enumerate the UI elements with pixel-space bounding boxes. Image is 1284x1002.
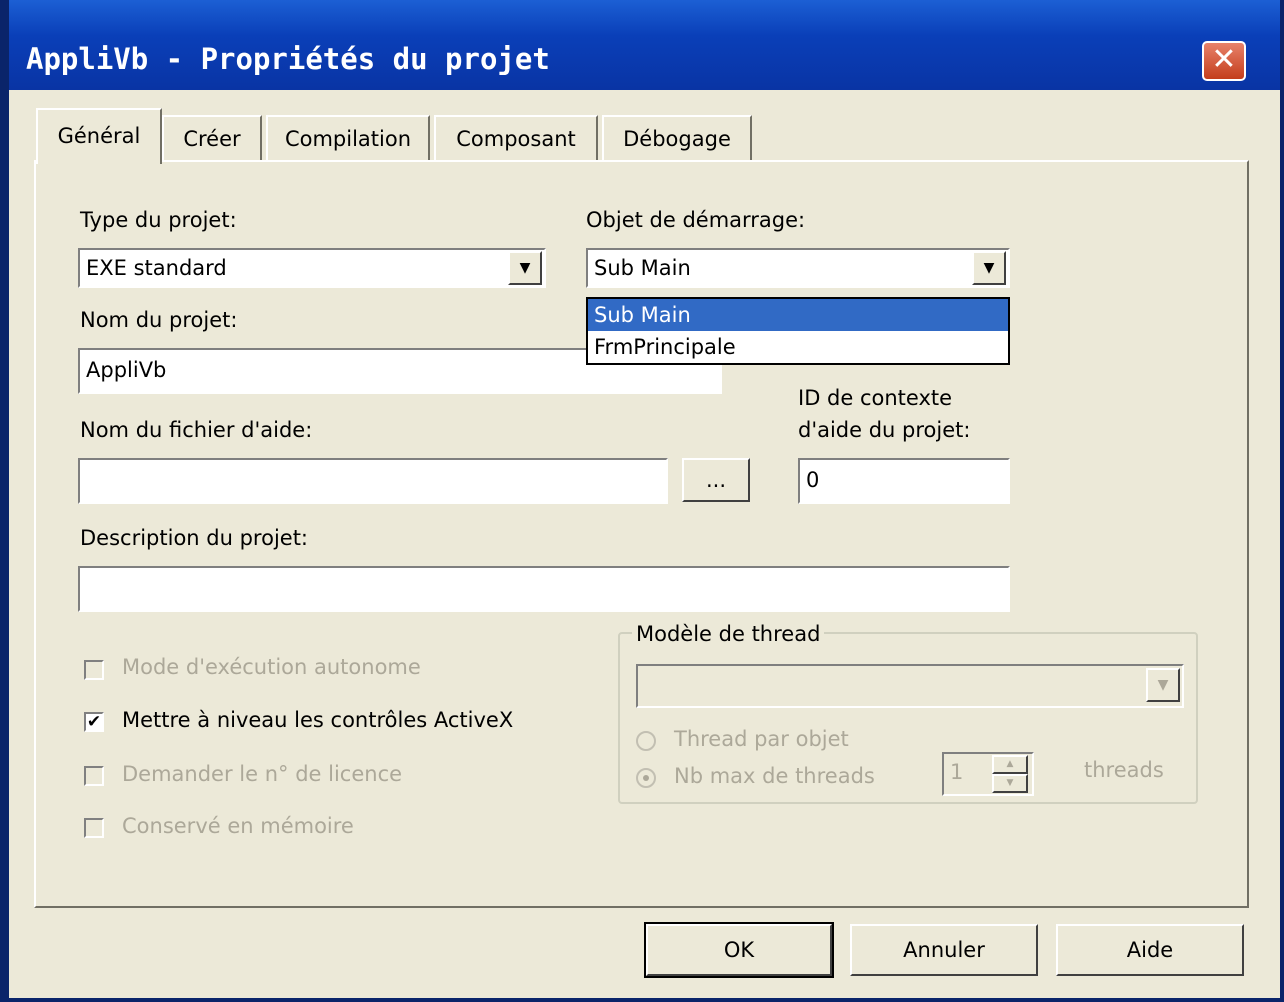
title-bar[interactable]: AppliVb - Propriétés du projet ✕ bbox=[0, 0, 1284, 90]
window-border-bottom bbox=[0, 998, 1284, 1002]
description-label: Description du projet: bbox=[80, 526, 309, 550]
window-border-right bbox=[1280, 0, 1284, 1002]
project-type-select[interactable]: EXE standard bbox=[78, 248, 546, 288]
spin-up-icon[interactable]: ▲ bbox=[992, 755, 1028, 774]
startup-object-label: Objet de démarrage: bbox=[586, 208, 806, 232]
thread-per-object-label: Thread par objet bbox=[674, 727, 849, 751]
startup-object-dropdown-list: Sub Main FrmPrincipale bbox=[586, 297, 1010, 365]
project-name-label: Nom du projet: bbox=[80, 308, 238, 332]
tab-compilation[interactable]: Compilation bbox=[266, 115, 430, 161]
tab-component[interactable]: Composant bbox=[434, 115, 598, 161]
chevron-down-icon[interactable]: ▼ bbox=[508, 251, 542, 285]
radio-selected-dot bbox=[643, 775, 649, 781]
tab-create[interactable]: Créer bbox=[162, 115, 262, 161]
thread-per-object-radio[interactable] bbox=[636, 731, 656, 751]
window-title: AppliVb - Propriétés du projet bbox=[26, 42, 550, 76]
startup-object-select[interactable]: Sub Main bbox=[586, 248, 1010, 288]
dropdown-option-frmprincipale[interactable]: FrmPrincipale bbox=[588, 331, 1008, 363]
threading-model-select[interactable] bbox=[636, 664, 1184, 708]
project-properties-dialog: AppliVb - Propriétés du projet ✕ Général… bbox=[0, 0, 1284, 1002]
cancel-button[interactable]: Annuler bbox=[850, 924, 1038, 976]
thread-pool-radio[interactable] bbox=[636, 768, 656, 788]
threads-unit-label: threads bbox=[1084, 758, 1164, 782]
help-file-label: Nom du fichier d'aide: bbox=[80, 418, 313, 442]
tab-general[interactable]: Général bbox=[36, 108, 162, 164]
dropdown-option-sub-main[interactable]: Sub Main bbox=[588, 299, 1008, 331]
description-field[interactable] bbox=[78, 566, 1010, 612]
thread-pool-label: Nb max de threads bbox=[674, 764, 875, 788]
chevron-down-icon[interactable]: ▼ bbox=[972, 251, 1006, 285]
close-icon[interactable]: ✕ bbox=[1202, 41, 1246, 81]
upgrade-activex-checkbox[interactable]: ✔ bbox=[84, 712, 104, 732]
browse-help-file-button[interactable]: ... bbox=[682, 458, 750, 502]
spin-down-icon[interactable]: ▼ bbox=[992, 774, 1028, 793]
help-context-label-line2: d'aide du projet: bbox=[798, 418, 971, 442]
chevron-down-icon[interactable]: ▼ bbox=[1146, 668, 1180, 702]
help-context-id-field[interactable]: 0 bbox=[798, 458, 1010, 504]
window-border-left bbox=[0, 0, 9, 1002]
help-button[interactable]: Aide bbox=[1056, 924, 1244, 976]
help-context-label-line1: ID de contexte bbox=[798, 386, 953, 410]
threading-model-legend: Modèle de thread bbox=[632, 622, 825, 646]
ok-button[interactable]: OK bbox=[644, 922, 834, 978]
upgrade-activex-label: Mettre à niveau les contrôles ActiveX bbox=[122, 708, 514, 732]
unattended-checkbox[interactable] bbox=[84, 660, 104, 680]
project-type-label: Type du projet: bbox=[80, 208, 237, 232]
retained-in-memory-label: Conservé en mémoire bbox=[122, 814, 354, 838]
tab-debugging[interactable]: Débogage bbox=[602, 115, 752, 161]
help-file-field[interactable] bbox=[78, 458, 668, 504]
license-key-label: Demander le n° de licence bbox=[122, 762, 403, 786]
retained-in-memory-checkbox[interactable] bbox=[84, 818, 104, 838]
unattended-label: Mode d'exécution autonome bbox=[122, 655, 421, 679]
license-key-checkbox[interactable] bbox=[84, 766, 104, 786]
